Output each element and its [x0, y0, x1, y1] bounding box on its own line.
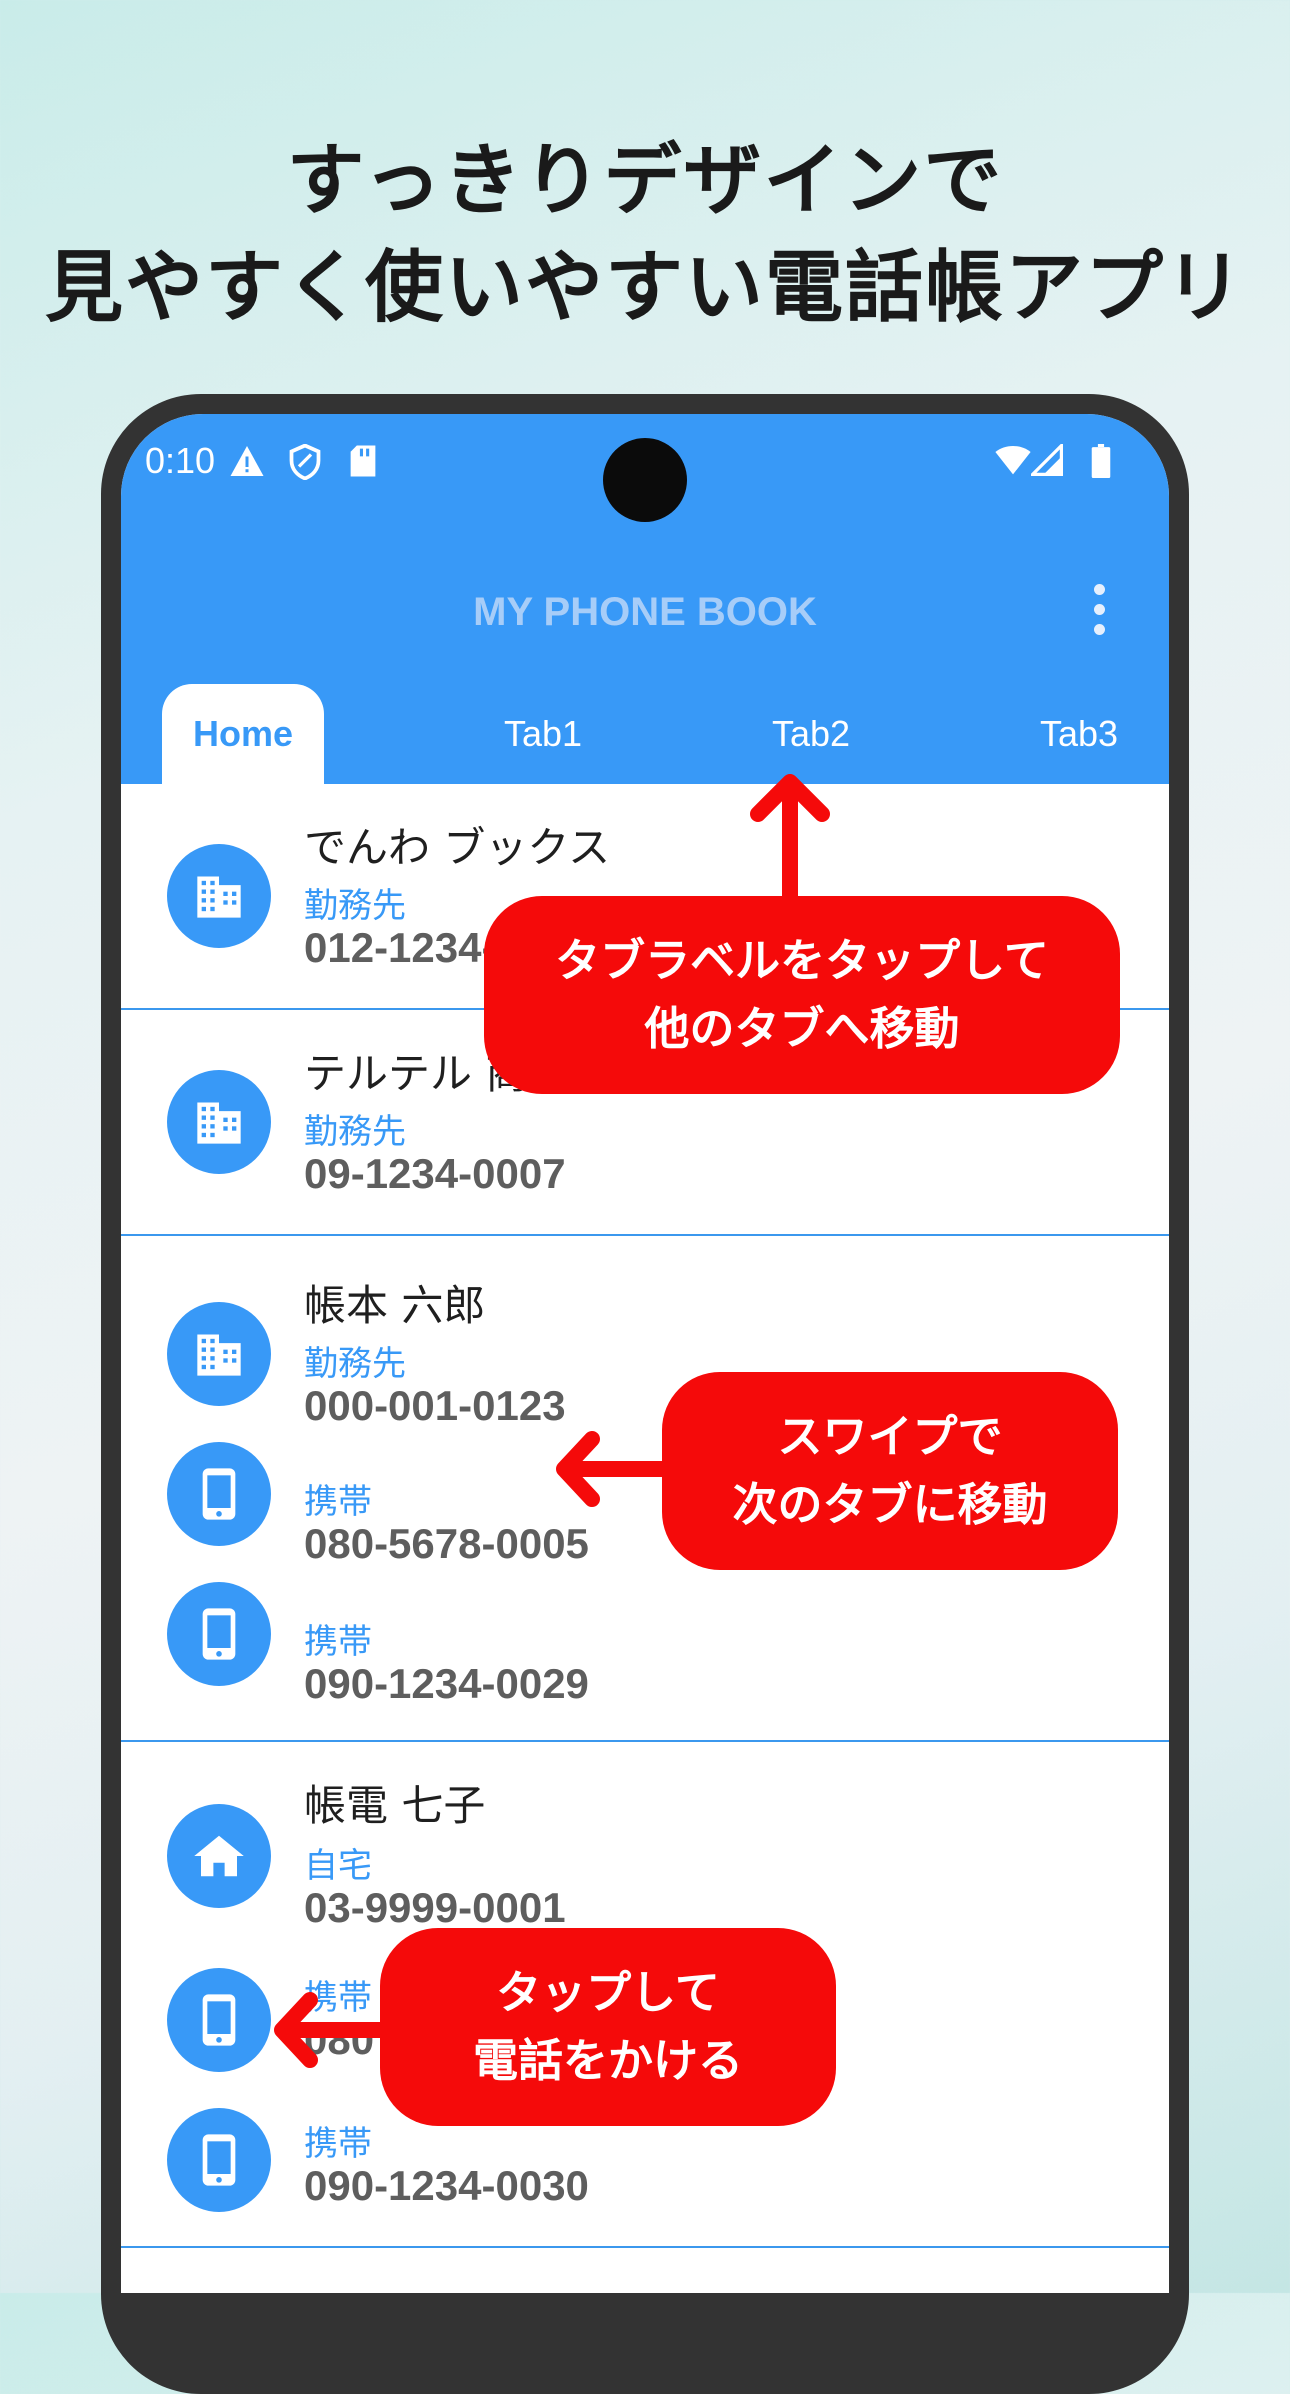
- battery-icon: [1091, 444, 1111, 478]
- smartphone-icon[interactable]: [167, 1582, 271, 1686]
- smartphone-icon[interactable]: [167, 2108, 271, 2212]
- tab-3[interactable]: Tab3: [1009, 684, 1149, 784]
- phone-type: 携帯: [304, 1622, 372, 1662]
- building-icon[interactable]: [167, 844, 271, 948]
- phone-number[interactable]: 09-1234-0007: [304, 1150, 566, 1198]
- callout-tab-hint: タブラベルをタップして 他のタブへ移動: [484, 896, 1120, 1094]
- phone-number[interactable]: 090-1234-0030: [304, 2162, 589, 2210]
- arrow-up-icon: [750, 774, 830, 910]
- front-camera: [603, 438, 687, 522]
- phone-type: 勤務先: [304, 886, 406, 926]
- callout-call-line2: 電話をかける: [472, 2034, 743, 2087]
- tab-1[interactable]: Tab1: [473, 684, 613, 784]
- shield-icon: [289, 444, 321, 480]
- contact-name: でんわ ブックス: [304, 823, 611, 872]
- sd-card-icon: [350, 445, 376, 477]
- status-time: 0:10: [145, 440, 216, 481]
- callout-swipe-line1: スワイプで: [777, 1410, 1003, 1463]
- callout-swipe-line2: 次のタブに移動: [732, 1478, 1048, 1531]
- callout-swipe-hint: スワイプで 次のタブに移動: [662, 1372, 1118, 1570]
- phone-number[interactable]: 080-5678-0005: [304, 1520, 589, 1568]
- contact-name: 帳電 七子: [304, 1781, 486, 1830]
- phone-type: 勤務先: [304, 1112, 406, 1152]
- wifi-icon: [995, 446, 1031, 475]
- tab-2[interactable]: Tab2: [741, 684, 881, 784]
- headline-line2: 見やすく使いやすい電話帳アプリ: [44, 243, 1245, 333]
- arrow-left-icon: [556, 1431, 672, 1507]
- phone-type: 自宅: [304, 1846, 372, 1886]
- callout-call-line1: タップして: [496, 1966, 720, 2019]
- building-icon[interactable]: [167, 1070, 271, 1174]
- contact-name: 帳本 六郎: [304, 1281, 486, 1330]
- callout-call-hint: タップして 電話をかける: [380, 1928, 836, 2126]
- phone-type: 携帯: [304, 1482, 372, 1522]
- signal-icon: [1031, 444, 1063, 476]
- callout-tab-line2: 他のタブへ移動: [644, 1002, 960, 1055]
- more-vert-icon[interactable]: [1089, 584, 1109, 644]
- app-title: MY PHONE BOOK: [473, 590, 817, 634]
- phone-number[interactable]: 03-9999-0001: [304, 1884, 566, 1932]
- smartphone-icon[interactable]: [167, 1968, 271, 2072]
- smartphone-icon[interactable]: [167, 1442, 271, 1546]
- warning-icon: [230, 446, 264, 476]
- arrow-left-icon: [274, 1992, 390, 2068]
- phone-type: 勤務先: [304, 1344, 406, 1384]
- phone-number[interactable]: 090-1234-0029: [304, 1660, 589, 1708]
- building-icon[interactable]: [167, 1302, 271, 1406]
- home-icon[interactable]: [167, 1804, 271, 1908]
- phone-type: 携帯: [304, 2124, 372, 2164]
- phone-number[interactable]: 012-1234-: [304, 924, 495, 972]
- callout-tab-line1: タブラベルをタップして: [555, 934, 1049, 987]
- tab-home[interactable]: Home: [162, 684, 324, 784]
- app-header: 0:10 MY PHONE BOOK Home Tab1 Tab2 Tab3: [121, 414, 1169, 784]
- headline-line1: すっきりデザインで: [286, 136, 1004, 226]
- phone-number[interactable]: 000-001-0123: [304, 1382, 566, 1430]
